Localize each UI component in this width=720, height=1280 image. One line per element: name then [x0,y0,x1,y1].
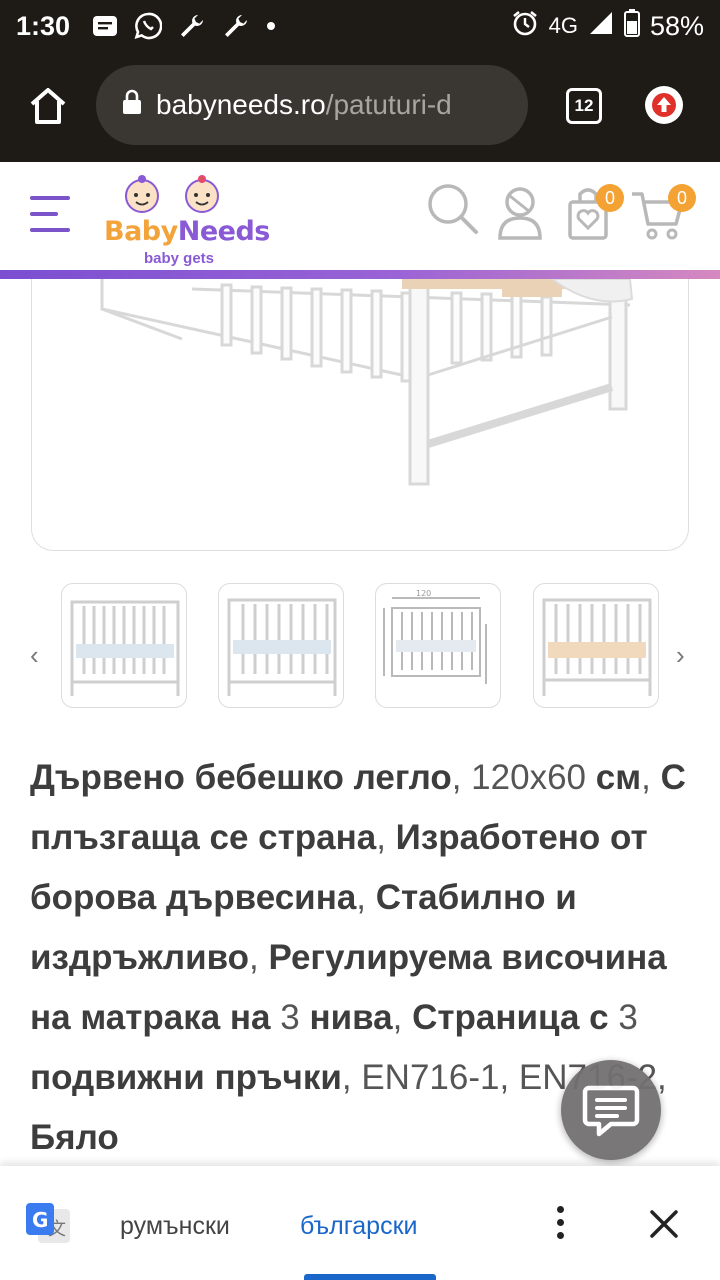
site-header: BabyNeeds baby gets 0 0 [0,162,720,272]
menu-button[interactable] [30,196,70,236]
wrench-icon [178,12,206,40]
home-button[interactable] [24,82,72,130]
description-segment: нива [299,998,393,1037]
close-icon [650,1210,678,1238]
network-type: 4G [548,13,578,38]
battery-icon [623,8,640,44]
gallery-next-button[interactable]: › [676,640,685,671]
url-path: /patuturi-d [325,89,452,120]
description-segment: , [356,878,376,917]
gallery-thumbnail[interactable] [218,583,344,708]
description-segment: , [376,818,396,857]
logo-wordmark: BabyNeeds [104,216,270,247]
site-logo[interactable]: BabyNeeds baby gets [104,174,270,268]
description-segment: Бяло [30,1118,119,1157]
search-button[interactable] [424,182,480,243]
product-main-image[interactable] [31,279,689,551]
browser-toolbar: babyneeds.ro/patuturi-d 12 [0,52,720,162]
wrench-icon [222,12,250,40]
description-segment: см [586,758,642,797]
lock-icon [122,89,142,122]
description-segment: 3 [618,998,638,1037]
user-icon [498,187,542,240]
cart-count-badge: 0 [668,184,696,212]
wishlist-count-badge: 0 [596,184,624,212]
chat-button[interactable] [561,1060,661,1160]
crib-thumbnail-image [227,598,337,696]
viber-icon [134,12,163,40]
logo-tagline: baby gets [144,250,215,267]
account-button[interactable] [496,182,544,247]
close-translate-button[interactable] [646,1206,682,1242]
crib-base-image [542,598,652,696]
home-icon [30,88,66,124]
crib-thumbnail-image [70,600,180,696]
description-segment: , [249,938,269,977]
description-segment: , [641,758,661,797]
description-segment: 3 [280,998,300,1037]
dot-icon [266,21,276,31]
description-segment: подвижни пръчки [30,1058,342,1097]
more-options-button[interactable] [552,1206,568,1246]
header-accent-stripe [0,270,720,279]
svg-text:G: G [32,1208,48,1232]
crib-dimensions-image: 120 [383,589,487,684]
tab-switcher-button[interactable]: 12 [566,88,602,124]
target-language-option[interactable]: български [300,1212,417,1241]
address-bar[interactable]: babyneeds.ro/patuturi-d [96,65,528,145]
source-language-option[interactable]: румънски [120,1212,230,1241]
status-bar: 1:30 4G 58% [0,0,720,52]
battery-level: 58% [649,10,704,41]
translate-bar: 文 G румънски български [0,1166,720,1280]
gallery-thumbnail[interactable] [61,583,187,708]
svg-text:120: 120 [416,589,431,598]
description-segment: Страница с [412,998,619,1037]
google-translate-icon: 文 G [24,1201,72,1249]
message-icon [92,14,118,38]
description-segment: Дървено бебешко легло [30,758,452,797]
gallery-prev-button[interactable]: ‹ [30,640,39,671]
gallery-thumbnail[interactable] [533,583,659,708]
crib-image [100,279,634,486]
status-time: 1:30 [16,10,71,41]
url-host: babyneeds.ro [156,89,326,120]
search-icon [428,184,478,234]
update-button[interactable] [645,86,683,124]
description-segment: , 120x60 [451,758,587,797]
description-segment: , [392,998,413,1037]
alarm-icon [511,9,539,44]
active-language-indicator [304,1274,436,1280]
arrow-up-icon [652,93,676,117]
chat-icon [582,1085,640,1137]
gallery-thumbnail[interactable]: 120 [375,583,501,708]
signal-icon [588,10,614,43]
